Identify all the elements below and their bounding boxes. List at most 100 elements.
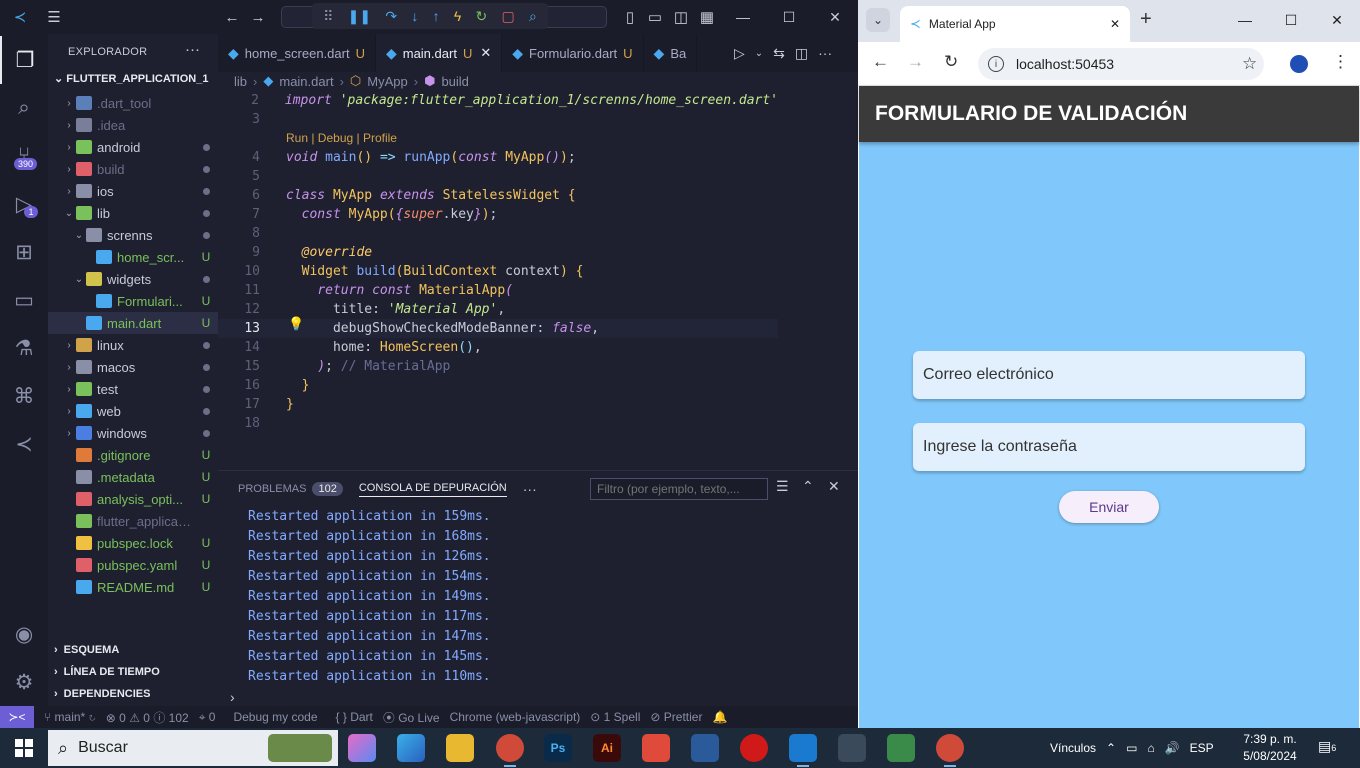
chevron-icon[interactable]: › xyxy=(62,428,76,439)
prettier-indicator[interactable]: ⊘ Prettier xyxy=(650,710,702,724)
chrome-menu-icon[interactable]: ⋮ xyxy=(1332,52,1349,72)
code-line[interactable]: 2 import 'package:flutter_application_1/s… xyxy=(218,91,778,110)
address-bar[interactable]: i localhost:50453 xyxy=(978,48,1264,80)
toggle-sidebar-icon[interactable]: ▯ xyxy=(620,0,640,34)
volume-icon[interactable]: 🔊 xyxy=(1165,741,1180,755)
site-info-icon[interactable]: i xyxy=(988,56,1004,72)
close-tab-icon[interactable]: ✕ xyxy=(480,45,491,61)
tree-item[interactable]: analysis_opti... U xyxy=(48,488,218,510)
search-icon[interactable]: ⌕ xyxy=(0,84,48,132)
chevron-icon[interactable]: › xyxy=(62,98,76,109)
code-line[interactable]: 5 xyxy=(218,167,778,186)
breadcrumb-item[interactable]: build xyxy=(441,74,468,89)
language-indicator[interactable]: ESP xyxy=(1190,741,1214,755)
run-icon[interactable]: ▷ xyxy=(734,45,745,62)
code-line[interactable]: 4 void main() => runApp(const MyApp()); xyxy=(218,148,778,167)
problems-indicator[interactable]: ⊗ 0 ⚠ 0 ⓘ 102 xyxy=(106,709,189,726)
close-panel-icon[interactable]: ✕ xyxy=(828,478,840,495)
chrome-taskbar-icon-2[interactable] xyxy=(936,734,964,767)
chevron-icon[interactable]: ⌄ xyxy=(62,208,76,219)
tree-item[interactable]: › macos xyxy=(48,356,218,378)
split-editor-icon[interactable]: ◫ xyxy=(795,45,808,62)
bookmark-star-icon[interactable]: ☆ xyxy=(1242,54,1257,74)
copilot-icon[interactable] xyxy=(348,734,376,762)
clear-console-icon[interactable]: ☰ xyxy=(776,478,789,495)
editor-tab[interactable]: ◆ Formulario.dart U xyxy=(502,34,644,72)
lightbulb-icon[interactable]: 💡 xyxy=(288,316,304,332)
reload-icon[interactable]: ↻ xyxy=(944,52,958,72)
git-gui-icon[interactable] xyxy=(642,734,670,762)
close-button[interactable]: ✕ xyxy=(1314,0,1360,40)
tree-item[interactable]: › .idea xyxy=(48,114,218,136)
spell-indicator[interactable]: ⊙ 1 Spell xyxy=(590,710,640,724)
vscode-taskbar-icon[interactable] xyxy=(789,734,817,767)
code-line[interactable]: 3 xyxy=(218,110,778,129)
step-out-icon[interactable]: ↑ xyxy=(433,8,440,24)
console-prompt-icon[interactable]: › xyxy=(230,689,235,705)
tree-item[interactable]: main.dart U xyxy=(48,312,218,334)
password-field[interactable]: Ingrese la contraseña xyxy=(913,423,1305,471)
tree-item[interactable]: › test xyxy=(48,378,218,400)
chevron-up-icon[interactable]: ⌃ xyxy=(1106,741,1116,755)
section-outline[interactable]: › ESQUEMA xyxy=(54,644,119,656)
breadcrumb-item[interactable]: main.dart xyxy=(279,74,333,89)
editor-tab[interactable]: ◆ Ba xyxy=(644,34,698,72)
chevron-icon[interactable]: ⌄ xyxy=(72,230,86,241)
code-line[interactable]: 17} xyxy=(218,395,778,414)
back-icon[interactable]: ← xyxy=(220,0,244,34)
opera-icon[interactable] xyxy=(740,734,768,762)
forward-icon[interactable]: → xyxy=(907,52,924,72)
battery-icon[interactable]: ▭ xyxy=(1126,741,1137,755)
email-field[interactable]: Correo electrónico xyxy=(913,351,1305,399)
submit-button[interactable]: Enviar xyxy=(1059,491,1159,523)
more-actions-icon[interactable]: ··· xyxy=(818,45,832,61)
chevron-icon[interactable]: ⌄ xyxy=(72,274,86,285)
chevron-icon[interactable]: › xyxy=(62,186,76,197)
editor-tab[interactable]: ◆ home_screen.dart U xyxy=(218,34,376,72)
tree-item[interactable]: › .dart_tool xyxy=(48,92,218,114)
chevron-down-icon[interactable]: ⌄ xyxy=(755,48,763,59)
hot-reload-icon[interactable]: ϟ xyxy=(454,8,461,24)
chevron-icon[interactable]: › xyxy=(62,362,76,373)
tree-item[interactable]: › ios xyxy=(48,180,218,202)
tree-item[interactable]: › build xyxy=(48,158,218,180)
restart-icon[interactable]: ↻ xyxy=(476,8,488,25)
chevron-icon[interactable]: › xyxy=(62,164,76,175)
console-filter-input[interactable] xyxy=(590,478,768,500)
tree-item[interactable]: › android xyxy=(48,136,218,158)
language-indicator[interactable]: { } Dart xyxy=(336,710,373,724)
tree-item[interactable]: home_scr... U xyxy=(48,246,218,268)
chevron-icon[interactable]: › xyxy=(62,384,76,395)
notifications-icon[interactable]: 🔔 xyxy=(712,710,727,724)
code-editor[interactable]: Run | Debug | Profile 2 import 'package:f… xyxy=(218,90,1038,470)
tree-item[interactable]: › windows xyxy=(48,422,218,444)
tree-item[interactable]: › linux xyxy=(48,334,218,356)
testing-icon[interactable]: ⚗ xyxy=(0,324,48,372)
tree-item[interactable]: pubspec.lock U xyxy=(48,532,218,554)
editor-tab[interactable]: ◆ main.dart U ✕ xyxy=(375,34,503,72)
chrome-tab-active[interactable]: ≺ Material App ✕ xyxy=(900,6,1130,42)
mysql-workbench-icon[interactable] xyxy=(691,734,719,762)
run-debug-icon[interactable]: ▷ xyxy=(0,180,48,228)
code-line[interactable]: 6 class MyApp extends StatelessWidget { xyxy=(218,186,778,205)
python-icon[interactable]: ⌘ xyxy=(0,372,48,420)
remote-indicator-icon[interactable]: ≻< xyxy=(0,706,34,728)
photoshop-icon[interactable]: Ps xyxy=(544,734,572,762)
tree-item[interactable]: Formulari... U xyxy=(48,290,218,312)
code-line[interactable]: 14 home: HomeScreen(), xyxy=(218,338,778,357)
start-button[interactable] xyxy=(0,728,48,768)
layout-icon[interactable]: ▦ xyxy=(697,0,717,34)
tray-links-label[interactable]: Vínculos xyxy=(1050,741,1096,755)
tree-item[interactable]: pubspec.yaml U xyxy=(48,554,218,576)
breadcrumb-item[interactable]: MyApp xyxy=(367,74,407,89)
notification-center-icon[interactable]: ▤6 xyxy=(1318,738,1336,755)
back-icon[interactable]: ← xyxy=(872,52,889,72)
open-changes-icon[interactable]: ⇆ xyxy=(773,45,785,62)
profile-avatar[interactable] xyxy=(1290,55,1308,73)
ports-indicator[interactable]: ⌖ 0 xyxy=(199,710,216,725)
chevron-icon[interactable]: › xyxy=(62,406,76,417)
forward-icon[interactable]: → xyxy=(246,0,270,34)
illustrator-icon[interactable]: Ai xyxy=(593,734,621,762)
tree-item[interactable]: README.md U xyxy=(48,576,218,598)
maximize-button[interactable]: ☐ xyxy=(1268,0,1314,40)
